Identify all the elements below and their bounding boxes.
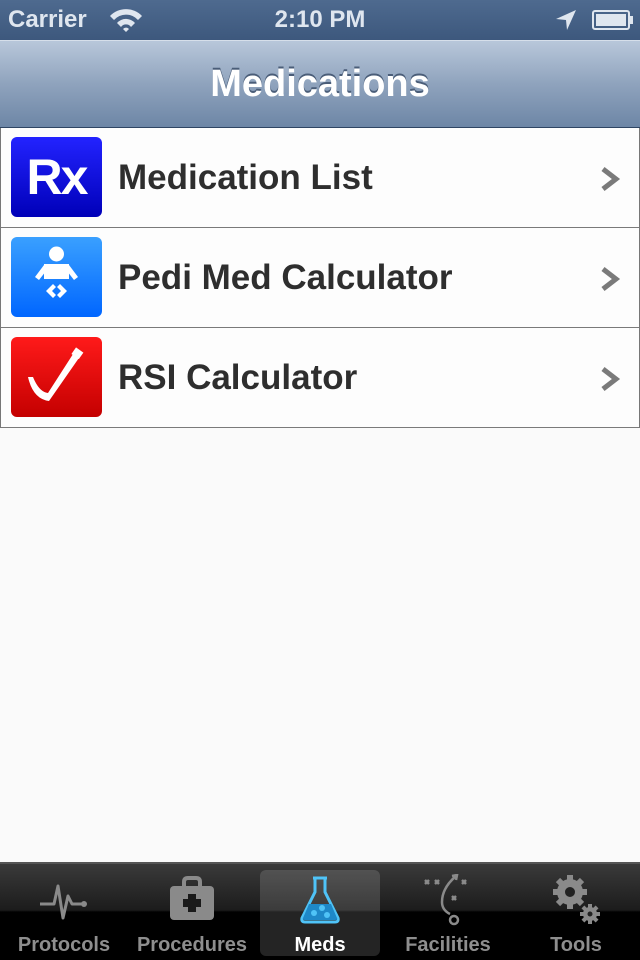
tab-bar: Protocols Procedures Meds Facilities Too… bbox=[0, 862, 640, 960]
tab-facilities[interactable]: Facilities bbox=[384, 864, 512, 960]
tab-label: Facilities bbox=[405, 934, 491, 956]
tab-meds[interactable]: Meds bbox=[260, 864, 380, 960]
play-diagram-icon bbox=[424, 874, 467, 926]
medications-menu-list: Rx Medication List Pedi Med Calculator R… bbox=[0, 128, 640, 428]
tab-protocols[interactable]: Protocols bbox=[0, 864, 128, 960]
battery-icon bbox=[592, 10, 633, 30]
list-item-label: RSI Calculator bbox=[118, 358, 358, 397]
clock: 2:10 PM bbox=[274, 6, 366, 33]
tab-label: Procedures bbox=[136, 934, 248, 956]
list-item-rsi-calculator[interactable]: RSI Calculator bbox=[1, 328, 639, 428]
list-item-label: Pedi Med Calculator bbox=[118, 258, 453, 297]
medical-kit-icon bbox=[170, 876, 214, 920]
list-item-medication-list[interactable]: Rx Medication List bbox=[1, 128, 639, 228]
status-bar: Carrier 2:10 PM bbox=[0, 0, 640, 40]
page-title: Medications bbox=[210, 63, 430, 105]
baby-icon bbox=[11, 237, 102, 317]
rx-icon: Rx bbox=[11, 137, 102, 217]
flask-icon bbox=[300, 876, 340, 924]
list-item-label: Medication List bbox=[118, 158, 373, 197]
heartbeat-icon bbox=[40, 884, 87, 920]
tab-tools[interactable]: Tools bbox=[512, 864, 640, 960]
tab-label: Tools bbox=[550, 934, 602, 956]
chevron-right-icon bbox=[601, 267, 621, 291]
tab-label: Meds bbox=[294, 934, 346, 956]
list-item-pedi-med-calculator[interactable]: Pedi Med Calculator bbox=[1, 228, 639, 328]
location-icon bbox=[556, 10, 576, 30]
tab-procedures[interactable]: Procedures bbox=[128, 864, 256, 960]
chevron-right-icon bbox=[601, 167, 621, 191]
navigation-bar: Medications bbox=[0, 40, 640, 128]
laryngoscope-icon bbox=[11, 337, 102, 417]
gears-icon bbox=[553, 875, 600, 924]
tab-label: Protocols bbox=[17, 934, 111, 956]
chevron-right-icon bbox=[601, 367, 621, 391]
